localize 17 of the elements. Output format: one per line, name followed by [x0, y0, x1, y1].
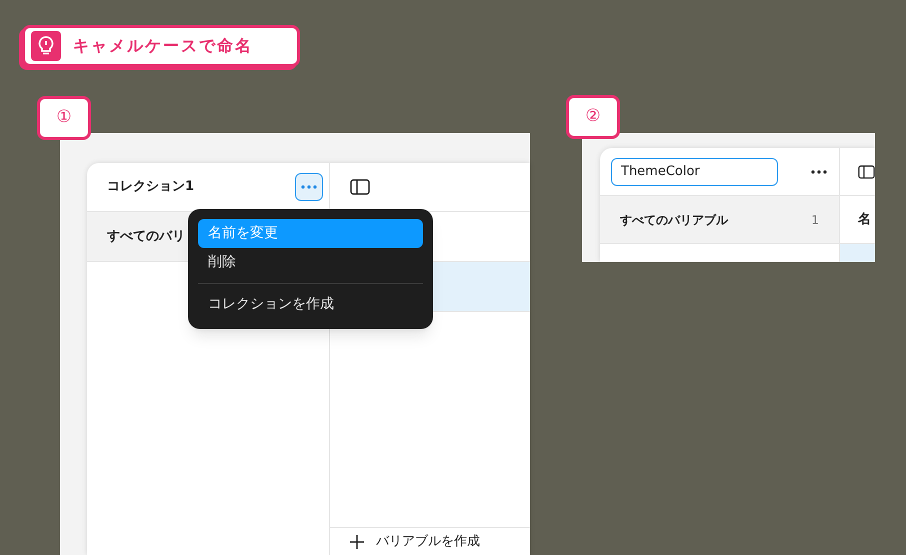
- name-input[interactable]: ThemeColor: [611, 158, 778, 186]
- more-icon: [301, 185, 317, 189]
- sidebar-toggle-icon[interactable]: [858, 164, 875, 180]
- step-badge: ②: [566, 95, 620, 139]
- menu-item[interactable]: 削除: [198, 248, 423, 277]
- more-icon: [811, 170, 827, 174]
- sidebar-toggle-icon[interactable]: [350, 179, 370, 195]
- menu-item[interactable]: コレクションを作成: [198, 290, 423, 319]
- sidebar-item[interactable]: すべてのバリアブル 1: [600, 196, 839, 244]
- column-header: 名: [858, 210, 871, 229]
- create-variable-link[interactable]: バリアブルを作成: [376, 532, 480, 552]
- variable-count: 1: [811, 212, 819, 228]
- plus-icon: [350, 534, 364, 548]
- tip-title: キャメルケースで命名: [73, 35, 253, 57]
- collection-title: コレクション1: [107, 178, 194, 196]
- lightbulb-icon: [31, 31, 61, 61]
- step-badge: ①: [37, 96, 91, 140]
